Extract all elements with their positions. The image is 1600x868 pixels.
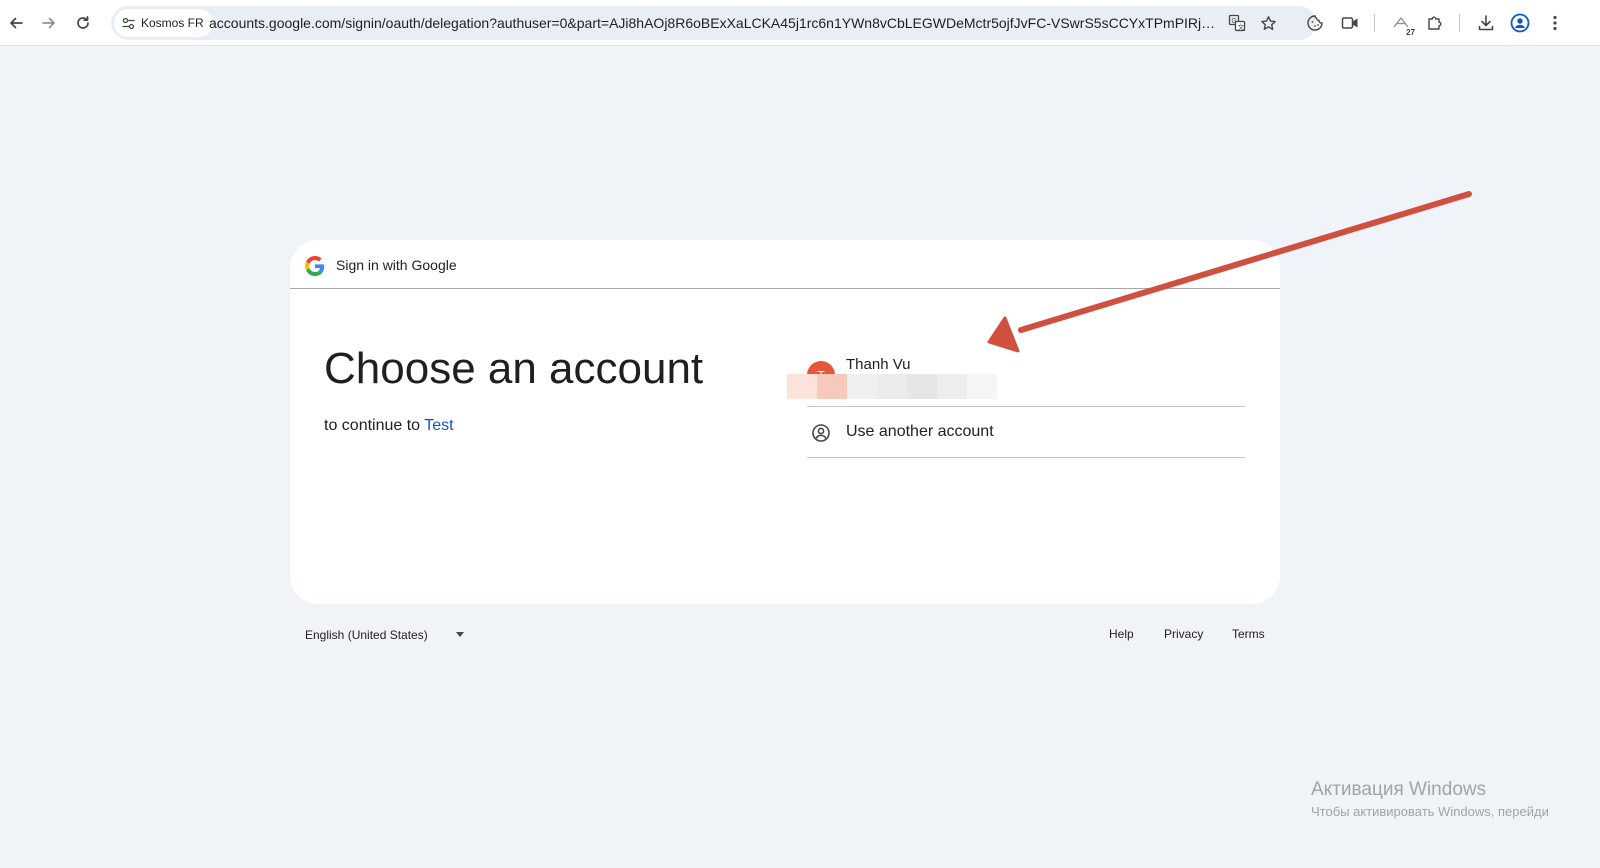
extension-video-button[interactable] (1335, 8, 1365, 38)
star-icon (1260, 15, 1276, 30)
address-bar[interactable]: Kosmos FR accounts.google.com/signin/oau… (111, 6, 1316, 40)
bookmark-button[interactable] (1256, 11, 1280, 35)
caret-down-icon (456, 632, 464, 637)
reload-icon (77, 15, 89, 29)
browser-toolbar: Kosmos FR accounts.google.com/signin/oau… (0, 0, 1600, 46)
arrow-left-icon (10, 17, 23, 29)
language-select-value: English (United States) (305, 628, 428, 642)
extension-tabs-button[interactable]: 27 (1386, 8, 1416, 38)
redacted-email-block (847, 374, 877, 399)
app-name-link[interactable]: Test (424, 417, 453, 434)
redacted-email-block (877, 374, 907, 399)
signin-card: Sign in with Google Choose an account to… (290, 240, 1280, 604)
extensions-button[interactable] (1420, 8, 1450, 38)
privacy-link[interactable]: Privacy (1164, 627, 1203, 641)
terms-link[interactable]: Terms (1232, 627, 1265, 641)
svg-text:文: 文 (1238, 22, 1245, 31)
redacted-email-block (967, 374, 997, 399)
card-header-title: Sign in with Google (336, 257, 457, 273)
redacted-email-block (937, 374, 967, 399)
page-title: Choose an account (324, 344, 704, 393)
back-button[interactable] (1, 8, 31, 38)
puzzle-icon (1428, 16, 1442, 30)
translate-icon: G 文 (1228, 14, 1246, 32)
windows-activation-title: Активация Windows (1311, 779, 1487, 800)
downloads-button[interactable] (1471, 8, 1501, 38)
extension-badge-count: 27 (1406, 28, 1415, 37)
video-camera-icon (1341, 17, 1358, 29)
redacted-email-block (817, 374, 847, 399)
account-name: Thanh Vu (846, 356, 911, 373)
url-text[interactable]: accounts.google.com/signin/oauth/delegat… (209, 6, 1219, 40)
use-another-account-label: Use another account (846, 423, 994, 440)
redacted-email-block (787, 374, 817, 399)
language-select[interactable]: English (United States) (295, 621, 475, 649)
profile-button[interactable] (1505, 8, 1535, 38)
reload-button[interactable] (68, 8, 98, 38)
continue-subtitle: to continue to Test (324, 417, 454, 435)
redacted-email-block (907, 374, 937, 399)
use-another-account-button[interactable]: Use another account (807, 407, 1245, 458)
arrow-right-icon (42, 17, 55, 29)
forward-button[interactable] (34, 8, 64, 38)
translate-button[interactable]: G 文 (1225, 11, 1249, 35)
site-info-chip[interactable]: Kosmos FR (114, 9, 213, 37)
more-vertical-icon (1553, 15, 1557, 31)
account-circle-icon (812, 424, 830, 442)
card-header: Sign in with Google (290, 240, 1280, 289)
windows-activation-subtitle: Чтобы активировать Windows, перейди (1311, 804, 1549, 819)
toolbar-divider (1374, 14, 1375, 32)
extension-cookie-button[interactable] (1300, 8, 1330, 38)
cookie-icon (1307, 15, 1323, 31)
help-link[interactable]: Help (1109, 627, 1134, 641)
browser-menu-button[interactable] (1540, 8, 1570, 38)
toolbar-divider (1459, 14, 1460, 32)
download-icon (1478, 15, 1494, 31)
google-g-icon (305, 256, 325, 276)
account-option-thanh-vu[interactable]: T Thanh Vu (787, 340, 1245, 407)
continue-prefix: to continue to (324, 417, 421, 434)
tune-icon (122, 17, 135, 29)
site-chip-label: Kosmos FR (141, 16, 204, 30)
profile-icon (1510, 13, 1530, 33)
